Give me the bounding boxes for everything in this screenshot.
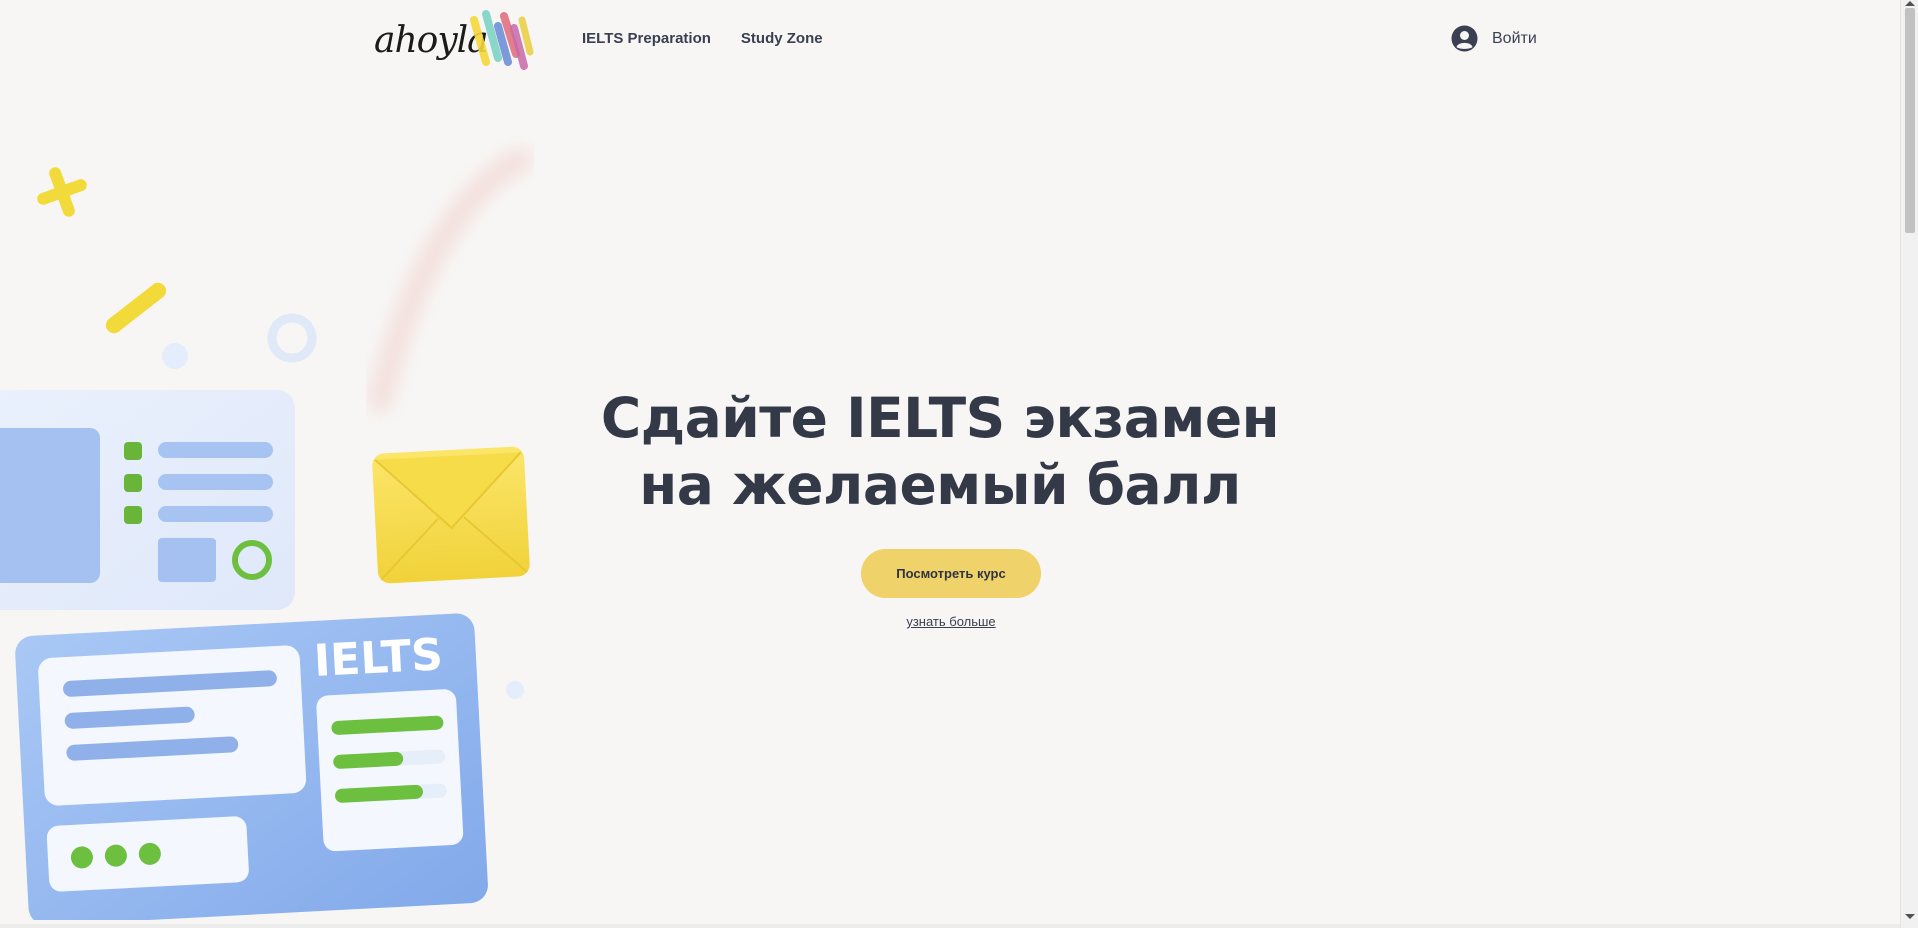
main-nav: IELTS Preparation Study Zone xyxy=(582,30,823,47)
logo-marks-icon xyxy=(470,10,534,70)
bottom-edge xyxy=(0,924,1900,928)
vertical-scrollbar[interactable] xyxy=(1900,0,1918,928)
ielts-badge-text: IELTS xyxy=(313,629,444,687)
ring-icon xyxy=(267,313,317,363)
front-card-shape: IELTS xyxy=(15,613,488,920)
view-course-button[interactable]: Посмотреть курс xyxy=(861,549,1041,598)
login-label: Войти xyxy=(1492,29,1537,47)
hero-title-line-1: Сдайте IELTS экзамен xyxy=(600,386,1280,450)
hero-title-line-2: на желаемый балл xyxy=(639,453,1241,517)
scroll-down-icon[interactable] xyxy=(1905,914,1915,919)
hero-title: Сдайте IELTS экзамен на желаемый балл xyxy=(540,385,1340,519)
scroll-thumb[interactable] xyxy=(1905,8,1915,233)
scroll-up-icon[interactable] xyxy=(1905,1,1915,6)
nav-item-ielts-preparation[interactable]: IELTS Preparation xyxy=(582,30,711,47)
user-circle-icon xyxy=(1451,25,1478,52)
bubble-shape xyxy=(162,343,188,369)
hero-illustration: IELTS xyxy=(0,147,533,920)
cross-icon xyxy=(37,167,87,217)
nav-item-study-zone[interactable]: Study Zone xyxy=(741,30,823,47)
learn-more-link[interactable]: узнать больше xyxy=(851,614,1051,629)
back-card-shape xyxy=(0,390,295,610)
blurred-stroke-shape xyxy=(367,147,533,413)
bubble-shape xyxy=(506,681,524,699)
login-button[interactable]: Войти xyxy=(1451,25,1537,52)
site-header: ahoyla IELTS Preparation Study Zone Войт… xyxy=(0,0,1900,78)
logo[interactable]: ahoyla xyxy=(372,6,540,72)
envelope-icon xyxy=(372,446,530,584)
page: ahoyla IELTS Preparation Study Zone Войт… xyxy=(0,0,1918,928)
yellow-stick-shape xyxy=(105,282,167,334)
